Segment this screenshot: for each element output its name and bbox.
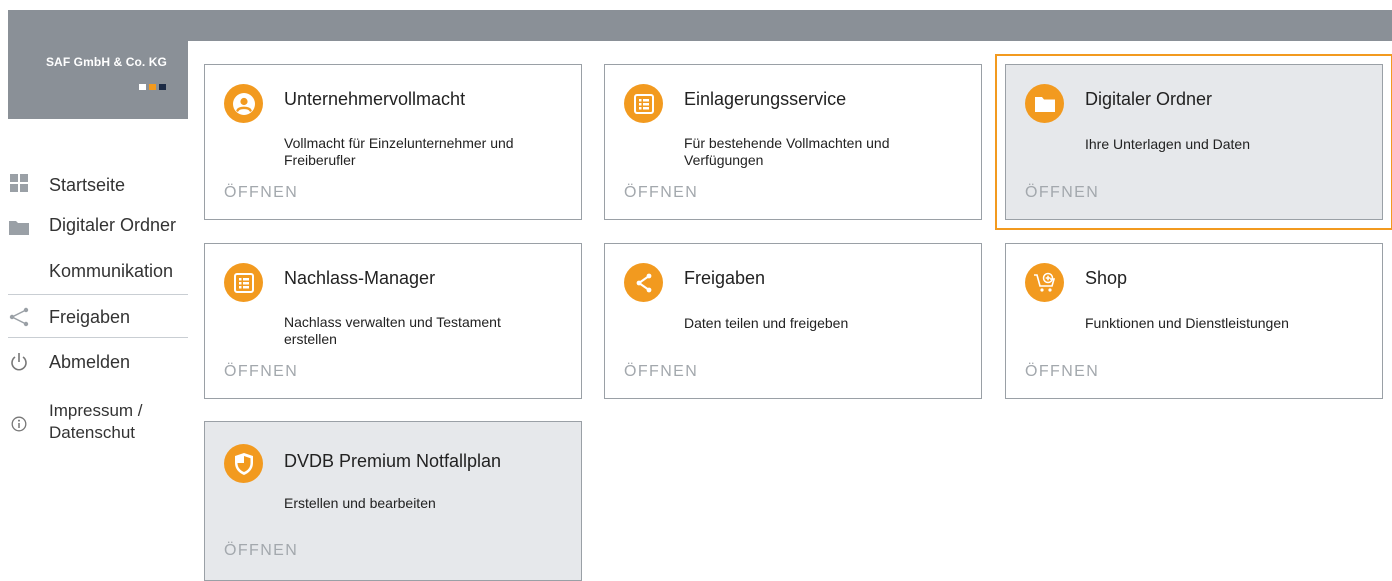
power-icon — [8, 351, 30, 373]
sidebar-item-label: Digitaler Ordner — [49, 215, 177, 235]
company-logo[interactable]: SAF GmbH & Co. KG — [8, 41, 188, 119]
open-button[interactable]: ÖFFNEN — [1025, 363, 1099, 381]
card-description: Funktionen und Dienstleistungen — [1085, 315, 1289, 331]
card-description: Erstellen und bearbeiten — [284, 495, 436, 511]
card-unternehmervollmacht[interactable]: Unternehmervollmacht Vollmacht für Einze… — [204, 64, 582, 220]
card-title: Shop — [1085, 268, 1128, 288]
card-description: Nachlass verwalten und Testament erstell… — [284, 314, 501, 347]
list-icon — [624, 84, 663, 123]
card-title: Unternehmervollmacht — [284, 89, 466, 109]
open-button[interactable]: ÖFFNEN — [624, 184, 698, 202]
sidebar-item-kommunikation[interactable]: Kommunikation — [0, 254, 188, 290]
sidebar-item-label: Kommunikation — [49, 261, 174, 281]
sidebar-item-impressum[interactable]: Impressum / Datenschut — [0, 396, 188, 448]
card-nachlass-manager[interactable]: Nachlass-Manager Nachlass verwalten und … — [204, 243, 582, 399]
card-shop[interactable]: Shop Funktionen und Dienstleistungen ÖFF… — [1005, 243, 1383, 399]
folder-icon — [1025, 84, 1064, 123]
card-description: Vollmacht für Einzelunternehmer und Frei… — [284, 135, 514, 168]
grid-icon — [8, 172, 30, 194]
company-name: SAF GmbH & Co. KG — [45, 55, 167, 69]
open-button[interactable]: ÖFFNEN — [224, 184, 298, 202]
person-icon — [224, 84, 263, 123]
folder-icon — [8, 216, 30, 238]
card-dvdb-premium-notfallplan[interactable]: DVDB Premium Notfallplan Erstellen und b… — [204, 421, 582, 581]
sidebar-item-abmelden[interactable]: Abmelden — [0, 346, 188, 382]
card-description: Daten teilen und freigeben — [684, 315, 849, 331]
sidebar-item-label: Abmelden — [49, 352, 131, 372]
info-icon — [8, 413, 30, 435]
shield-icon — [224, 444, 263, 483]
card-title: Freigaben — [684, 268, 766, 288]
open-button[interactable]: ÖFFNEN — [224, 363, 298, 381]
list-icon — [224, 263, 263, 302]
open-button[interactable]: ÖFFNEN — [1025, 184, 1099, 202]
card-einlagerungsservice[interactable]: Einlagerungsservice Für bestehende Vollm… — [604, 64, 982, 220]
card-title: Einlagerungsservice — [684, 89, 847, 109]
card-title: Digitaler Ordner — [1085, 89, 1213, 109]
card-description: Für bestehende Vollmachten und Verfügung… — [684, 135, 890, 168]
sidebar-item-label: Startseite — [49, 175, 126, 195]
card-title: DVDB Premium Notfallplan — [284, 451, 502, 471]
share-icon — [624, 263, 663, 302]
sidebar-item-freigaben[interactable]: Freigaben — [0, 300, 188, 336]
sidebar-item-label: Freigaben — [49, 307, 131, 327]
share-icon — [8, 306, 30, 328]
sidebar-item-label: Impressum / Datenschut — [49, 401, 143, 442]
card-title: Nachlass-Manager — [284, 268, 436, 288]
card-freigaben[interactable]: Freigaben Daten teilen und freigeben ÖFF… — [604, 243, 982, 399]
card-description: Ihre Unterlagen und Daten — [1085, 136, 1250, 152]
cart-icon — [1025, 263, 1064, 302]
logo-squares — [139, 84, 166, 90]
open-button[interactable]: ÖFFNEN — [224, 542, 298, 560]
open-button[interactable]: ÖFFNEN — [624, 363, 698, 381]
sidebar-divider — [8, 294, 188, 295]
card-digitaler-ordner[interactable]: Digitaler Ordner Ihre Unterlagen und Dat… — [995, 54, 1392, 230]
sidebar-item-digitaler-ordner[interactable]: Digitaler Ordner — [0, 210, 188, 246]
sidebar-divider — [8, 337, 188, 338]
top-bar — [8, 10, 1392, 41]
sidebar-item-startseite[interactable]: Startseite — [0, 166, 188, 202]
